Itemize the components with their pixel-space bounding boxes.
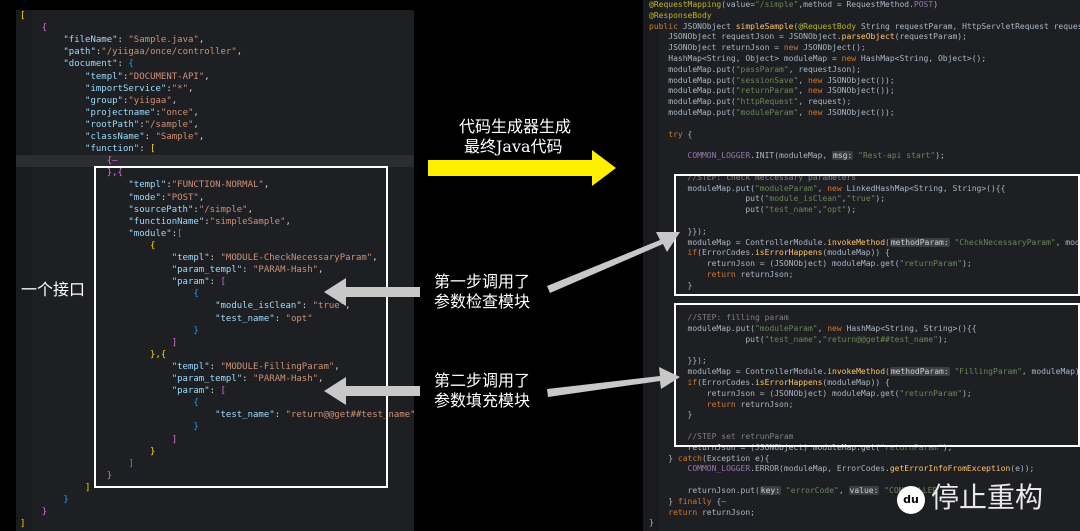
generator-label-line1: 代码生成器生成 bbox=[459, 117, 572, 136]
watermark-text: 停止重构 bbox=[931, 481, 1044, 514]
arrows-layer bbox=[324, 150, 680, 405]
generator-label-line2: 最终Java代码 bbox=[464, 137, 563, 156]
step1-arrow-left bbox=[324, 278, 420, 306]
step1-label-line2: 参数检查模块 bbox=[434, 292, 531, 311]
step1-label-line1: 第一步调用了 bbox=[434, 272, 531, 291]
interface-label: 一个接口 bbox=[21, 280, 86, 299]
step2-arrow-right bbox=[547, 367, 680, 397]
step2-label-line2: 参数填充模块 bbox=[434, 391, 531, 410]
watermark-logo-icon: du bbox=[897, 486, 925, 514]
step2-label-line1: 第二步调用了 bbox=[434, 371, 531, 390]
step1-arrow-right bbox=[547, 232, 680, 293]
watermark: du 停止重构 bbox=[893, 470, 1080, 520]
step2-arrow-left bbox=[324, 377, 420, 405]
